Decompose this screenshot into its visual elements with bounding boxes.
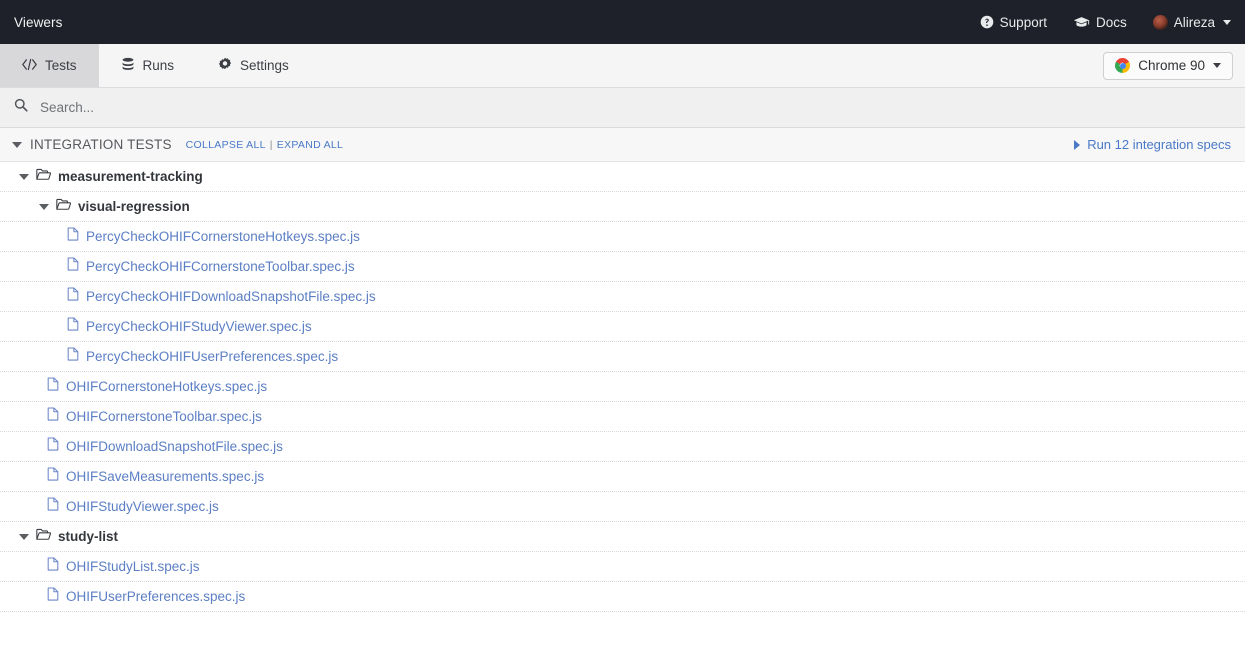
file-icon (67, 257, 79, 276)
open-folder-icon (36, 528, 51, 546)
tree-folder-row[interactable]: study-list (0, 522, 1245, 552)
link-separator: | (270, 139, 273, 151)
folder-name-label: visual-regression (78, 199, 190, 214)
user-menu[interactable]: Alireza (1153, 15, 1231, 30)
file-name-label: OHIFDownloadSnapshotFile.spec.js (66, 439, 283, 454)
file-icon (47, 437, 59, 456)
collapse-all-link[interactable]: COLLAPSE ALL (186, 139, 266, 151)
tree-file-row[interactable]: OHIFDownloadSnapshotFile.spec.js (0, 432, 1245, 462)
play-triangle-icon (1074, 140, 1080, 150)
tree-folder-row[interactable]: measurement-tracking (0, 162, 1245, 192)
chevron-down-icon (1223, 20, 1231, 25)
tree-folder-row[interactable]: visual-regression (0, 192, 1245, 222)
file-name-label: OHIFStudyViewer.spec.js (66, 499, 219, 514)
file-icon (47, 467, 59, 486)
file-icon (47, 497, 59, 516)
file-icon (67, 317, 79, 336)
browser-selector-button[interactable]: Chrome 90 (1103, 52, 1233, 80)
tree-file-row[interactable]: PercyCheckOHIFUserPreferences.spec.js (0, 342, 1245, 372)
tab-bar: Tests Runs Settings Chrome 90 (0, 44, 1245, 88)
expand-all-link[interactable]: EXPAND ALL (277, 139, 343, 151)
tree-file-row[interactable]: OHIFCornerstoneToolbar.spec.js (0, 402, 1245, 432)
run-integration-specs-button[interactable]: Run 12 integration specs (1074, 137, 1231, 152)
file-icon (47, 377, 59, 396)
file-name-label: PercyCheckOHIFUserPreferences.spec.js (86, 349, 338, 364)
tree-file-row[interactable]: OHIFCornerstoneHotkeys.spec.js (0, 372, 1245, 402)
tree-file-row[interactable]: OHIFStudyViewer.spec.js (0, 492, 1245, 522)
chevron-down-icon (1213, 63, 1221, 68)
file-name-label: OHIFCornerstoneHotkeys.spec.js (66, 379, 267, 394)
code-icon (22, 58, 37, 74)
tree-file-row[interactable]: OHIFUserPreferences.spec.js (0, 582, 1245, 612)
file-name-label: OHIFSaveMeasurements.spec.js (66, 469, 264, 484)
tab-runs-label: Runs (143, 59, 175, 73)
open-folder-icon (36, 168, 51, 186)
file-name-label: PercyCheckOHIFStudyViewer.spec.js (86, 319, 312, 334)
tree-file-row[interactable]: OHIFSaveMeasurements.spec.js (0, 462, 1245, 492)
docs-link[interactable]: Docs (1073, 15, 1127, 30)
search-bar (0, 88, 1245, 128)
question-circle-icon (980, 15, 994, 29)
test-file-tree: measurement-tracking visual-regression Per… (0, 162, 1245, 612)
tabbar-spacer (311, 44, 1103, 87)
file-name-label: PercyCheckOHIFCornerstoneHotkeys.spec.js (86, 229, 360, 244)
file-icon (67, 347, 79, 366)
folder-name-label: measurement-tracking (58, 169, 203, 184)
tree-file-row[interactable]: OHIFStudyList.spec.js (0, 552, 1245, 582)
avatar (1153, 15, 1168, 30)
file-name-label: OHIFCornerstoneToolbar.spec.js (66, 409, 262, 424)
browser-selector-label: Chrome 90 (1138, 58, 1205, 73)
tree-file-row[interactable]: PercyCheckOHIFCornerstoneToolbar.spec.js (0, 252, 1245, 282)
file-icon (47, 407, 59, 426)
tree-file-row[interactable]: PercyCheckOHIFDownloadSnapshotFile.spec.… (0, 282, 1245, 312)
tab-tests-label: Tests (45, 59, 77, 73)
file-icon (47, 587, 59, 606)
graduation-cap-icon (1073, 15, 1090, 29)
folder-expand-triangle-icon[interactable] (39, 204, 49, 210)
file-icon (47, 557, 59, 576)
support-label: Support (1000, 15, 1047, 30)
tab-runs[interactable]: Runs (99, 44, 197, 87)
file-icon (67, 287, 79, 306)
file-name-label: PercyCheckOHIFCornerstoneToolbar.spec.js (86, 259, 355, 274)
chrome-logo-icon (1115, 58, 1130, 73)
section-collapse-triangle-icon[interactable] (12, 142, 22, 148)
file-name-label: PercyCheckOHIFDownloadSnapshotFile.spec.… (86, 289, 376, 304)
file-name-label: OHIFUserPreferences.spec.js (66, 589, 245, 604)
tab-settings[interactable]: Settings (196, 44, 311, 87)
run-integration-specs-label: Run 12 integration specs (1087, 137, 1231, 152)
tree-file-row[interactable]: PercyCheckOHIFCornerstoneHotkeys.spec.js (0, 222, 1245, 252)
header-actions: Support Docs Alireza (980, 15, 1231, 30)
folder-expand-triangle-icon[interactable] (19, 174, 29, 180)
file-name-label: OHIFStudyList.spec.js (66, 559, 200, 574)
project-title: Viewers (14, 15, 62, 30)
docs-label: Docs (1096, 15, 1127, 30)
user-name-label: Alireza (1174, 15, 1215, 30)
section-title: INTEGRATION TESTS (30, 137, 172, 152)
top-header-bar: Viewers Support Docs (0, 0, 1245, 44)
search-input[interactable] (40, 100, 1231, 115)
tab-tests[interactable]: Tests (0, 44, 99, 87)
integration-tests-section-header: INTEGRATION TESTS COLLAPSE ALL | EXPAND … (0, 128, 1245, 162)
folder-name-label: study-list (58, 529, 118, 544)
tree-file-row[interactable]: PercyCheckOHIFStudyViewer.spec.js (0, 312, 1245, 342)
gear-icon (218, 57, 232, 74)
tab-settings-label: Settings (240, 59, 289, 73)
folder-expand-triangle-icon[interactable] (19, 534, 29, 540)
file-icon (67, 227, 79, 246)
open-folder-icon (56, 198, 71, 216)
search-icon (14, 98, 28, 117)
database-icon (121, 57, 135, 74)
section-toggle-links: COLLAPSE ALL | EXPAND ALL (186, 139, 344, 151)
support-link[interactable]: Support (980, 15, 1047, 30)
